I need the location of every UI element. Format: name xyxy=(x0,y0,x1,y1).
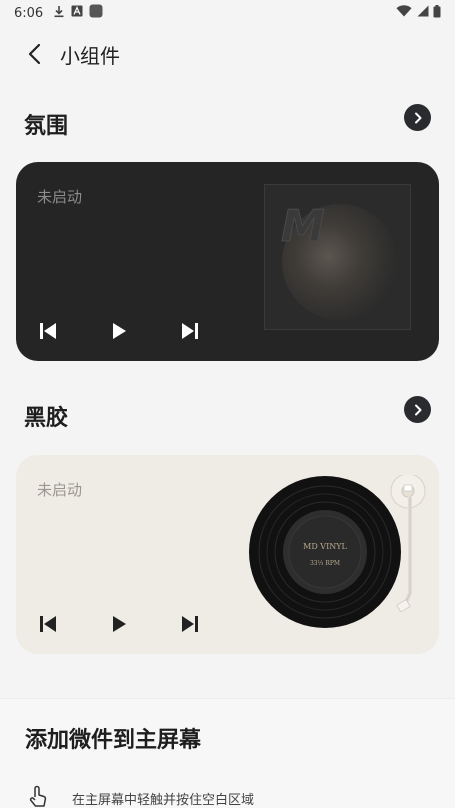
chevron-right-icon xyxy=(414,112,421,123)
touch-hand-icon xyxy=(26,784,50,808)
square-app-icon xyxy=(89,4,103,22)
status-bar: 6:06 xyxy=(0,0,455,26)
section-title-vinyl: 黑胶 xyxy=(24,406,69,431)
ambience-art-letter: M xyxy=(281,201,325,252)
ambience-next-button[interactable] xyxy=(178,319,202,343)
battery-icon xyxy=(433,4,441,22)
skip-previous-icon xyxy=(40,616,56,632)
vinyl-controls xyxy=(36,612,202,636)
vinyl-widget-card[interactable]: 未启动 MD VINYL 33⅓ RPM xyxy=(16,455,439,654)
vinyl-more-button[interactable] xyxy=(404,396,431,423)
vinyl-previous-button[interactable] xyxy=(36,612,60,636)
chevron-right-icon xyxy=(414,404,421,415)
back-button[interactable] xyxy=(22,42,46,66)
vinyl-record-art: MD VINYL 33⅓ RPM xyxy=(248,473,438,635)
vinyl-status-text: 未启动 xyxy=(37,481,83,499)
ambience-status-text: 未启动 xyxy=(37,188,83,206)
skip-next-icon xyxy=(182,616,198,632)
vinyl-label-title: MD VINYL xyxy=(303,542,347,551)
play-icon xyxy=(113,323,126,339)
download-icon xyxy=(53,5,65,22)
add-widget-hint-text: 在主屏幕中轻触并按住空白区域 xyxy=(72,792,255,808)
font-icon xyxy=(71,5,83,21)
ambience-play-button[interactable] xyxy=(107,319,131,343)
ambience-controls xyxy=(36,319,202,343)
chevron-left-icon xyxy=(28,43,41,65)
vinyl-next-button[interactable] xyxy=(178,612,202,636)
add-widget-title: 添加微件到主屏幕 xyxy=(25,728,202,753)
ambience-more-button[interactable] xyxy=(404,104,431,131)
status-time: 6:06 xyxy=(14,5,44,21)
ambience-widget-card[interactable]: 未启动 M xyxy=(16,162,439,361)
vinyl-play-button[interactable] xyxy=(107,612,131,636)
play-icon xyxy=(113,616,126,632)
app-header: 小组件 xyxy=(0,32,455,76)
wifi-icon xyxy=(396,5,412,21)
ambience-album-art: M xyxy=(264,184,411,330)
signal-icon xyxy=(416,5,429,21)
add-widget-hint-row: 在主屏幕中轻触并按住空白区域 xyxy=(26,784,254,808)
vinyl-label-speed: 33⅓ RPM xyxy=(310,560,340,567)
ambience-previous-button[interactable] xyxy=(36,319,60,343)
skip-previous-icon xyxy=(40,323,56,339)
widgets-page: 6:06 小组件 氛围 未启动 M 黑胶 未启动 MD VINYL 33⅓ RP… xyxy=(0,0,455,808)
skip-next-icon xyxy=(182,323,198,339)
status-right-icons xyxy=(396,4,441,22)
page-title: 小组件 xyxy=(60,43,120,68)
section-title-ambience: 氛围 xyxy=(24,114,69,139)
